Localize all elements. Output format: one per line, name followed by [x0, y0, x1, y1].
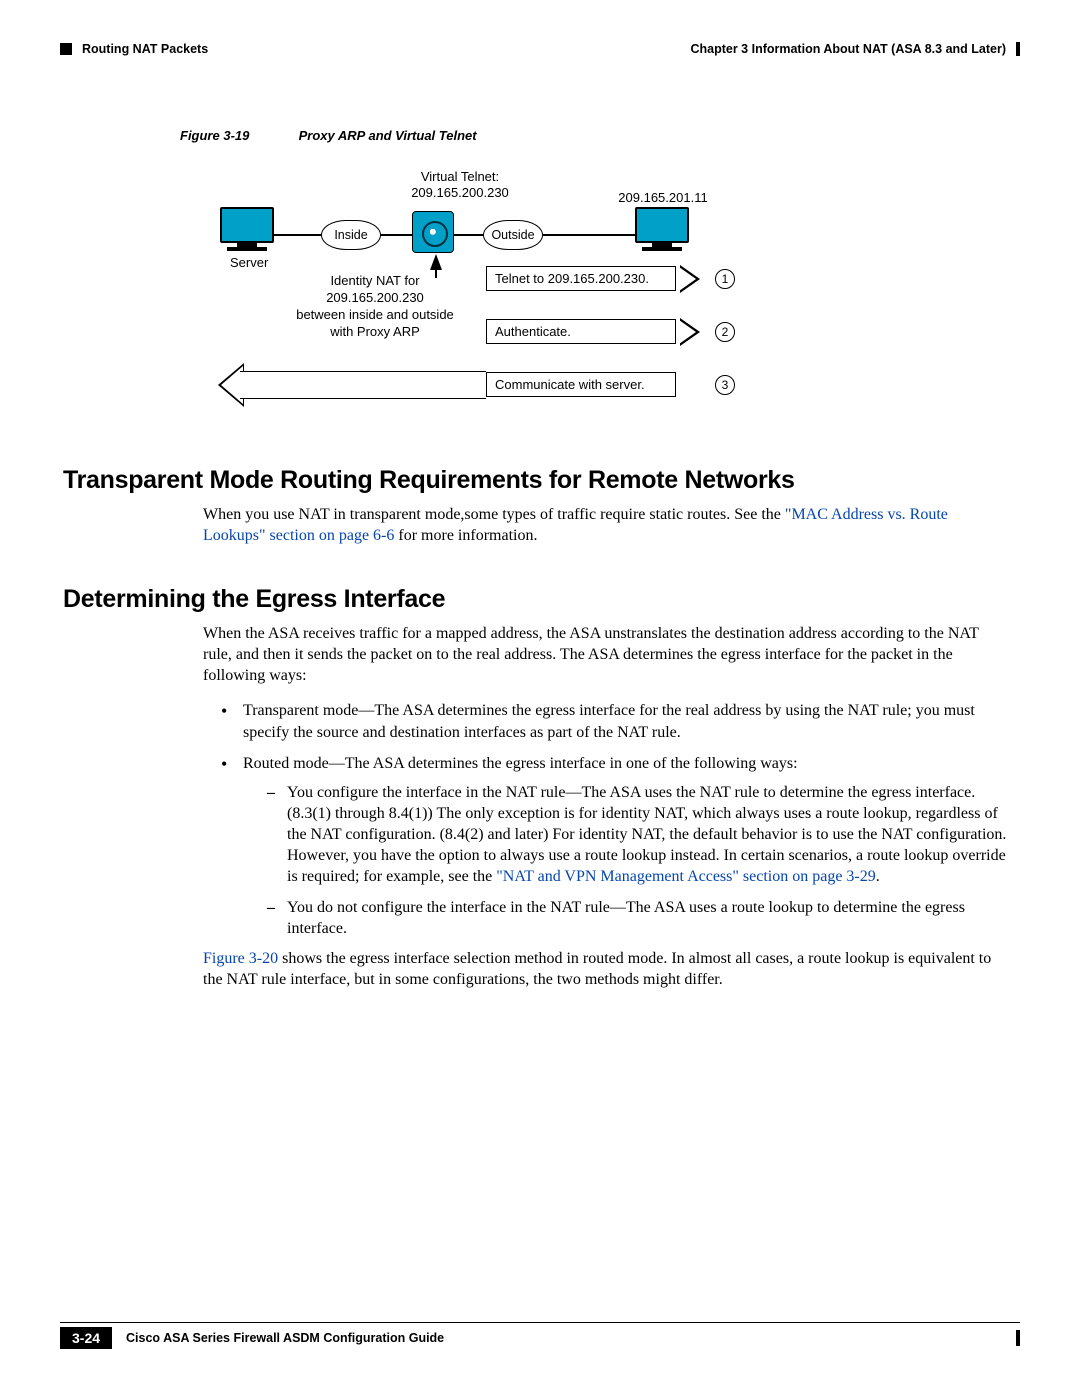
identity-l3: between inside and outside	[296, 307, 454, 322]
paragraph-intro: When the ASA receives traffic for a mapp…	[203, 624, 1010, 686]
step-box-3: Communicate with server.	[486, 372, 676, 397]
link-line	[381, 234, 412, 236]
heading-transparent-mode: Transparent Mode Routing Requirements fo…	[63, 466, 1020, 495]
arrow-up-icon	[430, 254, 442, 270]
heading-egress-interface: Determining the Egress Interface	[63, 585, 1020, 614]
page-footer: 3-24 Cisco ASA Series Firewall ASDM Conf…	[60, 1322, 1020, 1349]
link-line	[543, 234, 635, 236]
step-box-2: Authenticate.	[486, 319, 676, 344]
step-box-1: Telnet to 209.165.200.230.	[486, 266, 676, 291]
text: .	[876, 868, 880, 885]
firewall-icon	[412, 211, 454, 253]
link-figure-3-20[interactable]: Figure 3-20	[203, 950, 278, 967]
figure-title: Proxy ARP and Virtual Telnet	[299, 128, 477, 143]
arrow-left-body	[240, 371, 486, 399]
inside-cloud-icon: Inside	[321, 220, 381, 250]
outside-cloud-icon: Outside	[483, 220, 543, 250]
paragraph: When you use NAT in transparent mode,som…	[203, 505, 1010, 547]
list-item: You configure the interface in the NAT r…	[267, 782, 1010, 888]
vt-line1: Virtual Telnet:	[421, 169, 499, 184]
list-item: Routed mode—The ASA determines the egres…	[221, 753, 1010, 940]
step-number-3: 3	[715, 375, 735, 395]
text: shows the egress interface selection met…	[203, 950, 991, 988]
header-right: Chapter 3 Information About NAT (ASA 8.3…	[690, 42, 1020, 56]
list-item: You do not configure the interface in th…	[267, 897, 1010, 939]
identity-l1: Identity NAT for	[330, 273, 419, 288]
text: for more information.	[394, 527, 537, 544]
identity-l2: 209.165.200.230	[326, 290, 424, 305]
header-left: Routing NAT Packets	[60, 42, 208, 56]
outside-ip-label: 209.165.201.11	[598, 190, 728, 205]
page-header: Routing NAT Packets Chapter 3 Informatio…	[60, 42, 1020, 56]
section-egress-interface: Determining the Egress Interface When th…	[63, 585, 1020, 991]
figure-caption: Figure 3-19 Proxy ARP and Virtual Telnet	[180, 128, 477, 143]
link-line	[454, 234, 483, 236]
client-icon	[635, 207, 689, 255]
link-nat-vpn-management[interactable]: "NAT and VPN Management Access" section …	[496, 868, 876, 885]
dash-list: You configure the interface in the NAT r…	[267, 782, 1010, 940]
link-line	[274, 234, 322, 236]
section-transparent-mode: Transparent Mode Routing Requirements fo…	[63, 466, 1020, 547]
footer-guide-title: Cisco ASA Series Firewall ASDM Configura…	[126, 1331, 444, 1345]
server-icon	[220, 207, 274, 255]
virtual-telnet-label: Virtual Telnet: 209.165.200.230	[390, 169, 530, 202]
page-number-badge: 3-24	[60, 1327, 112, 1349]
step-number-1: 1	[715, 269, 735, 289]
header-bar-icon	[1016, 42, 1020, 56]
footer-row: 3-24 Cisco ASA Series Firewall ASDM Conf…	[60, 1327, 1020, 1349]
server-label: Server	[230, 255, 268, 270]
footer-bar-icon	[1016, 1330, 1020, 1346]
identity-l4: with Proxy ARP	[330, 324, 420, 339]
figure-label: Figure 3-19	[180, 128, 295, 143]
vt-line2: 209.165.200.230	[411, 185, 509, 200]
header-marker-icon	[60, 43, 72, 55]
header-section: Routing NAT Packets	[82, 42, 208, 56]
header-chapter: Chapter 3 Information About NAT (ASA 8.3…	[690, 42, 1006, 56]
text: When you use NAT in transparent mode,som…	[203, 506, 785, 523]
paragraph-final: Figure 3-20 shows the egress interface s…	[203, 949, 1010, 991]
arrow-right-fill	[679, 320, 696, 344]
diagram-proxy-arp: Virtual Telnet: 209.165.200.230 209.165.…	[220, 155, 790, 435]
footer-rule	[60, 1322, 1020, 1323]
text: Routed mode—The ASA determines the egres…	[243, 755, 798, 772]
bullet-list: Transparent mode—The ASA determines the …	[221, 700, 1010, 939]
arrow-right-fill	[679, 267, 696, 291]
step-number-2: 2	[715, 322, 735, 342]
list-item: Transparent mode—The ASA determines the …	[221, 700, 1010, 742]
identity-nat-label: Identity NAT for 209.165.200.230 between…	[270, 273, 480, 341]
